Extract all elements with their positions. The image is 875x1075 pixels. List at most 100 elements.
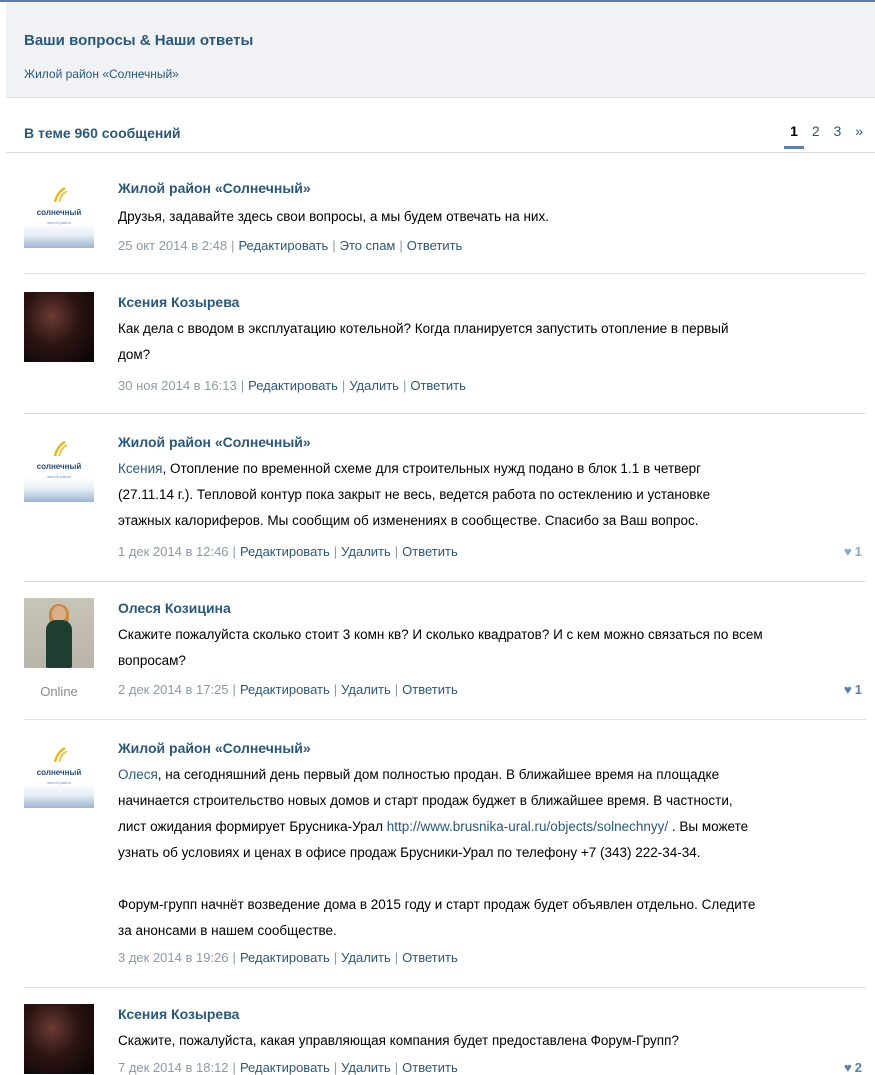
post-meta: 25 окт 2014 в 2:48 | Редактировать | Это спа… [118, 238, 463, 253]
post-divider [24, 719, 866, 720]
like-count: 1 [854, 544, 862, 559]
next-pages-link[interactable]: » [855, 123, 863, 139]
logo-text: солнечный [36, 462, 82, 471]
like-button[interactable]: ♥ 1 [844, 544, 862, 559]
mention-link[interactable]: Олеся [118, 767, 158, 782]
spam-link[interactable]: Это спам [340, 238, 396, 253]
like-button[interactable]: ♥ 1 [844, 682, 862, 697]
post-item: солнечный жилой район Жилой район «Солне… [6, 736, 866, 988]
post-item: Ксения Козырева Скажите, пожалуйста, как… [6, 1002, 866, 1075]
post-divider [24, 581, 866, 582]
logo-subtext: жилой район [47, 474, 71, 479]
edit-link[interactable]: Редактировать [240, 682, 330, 697]
post-item: Ксения Козырева Как дела с вводом в эксп… [6, 290, 866, 414]
post-date[interactable]: 7 дек 2014 в 18:12 [118, 1060, 229, 1075]
reply-link[interactable]: Ответить [402, 1060, 458, 1075]
post-text-line: (27.11.14 г.). Тепловой контур пока закр… [118, 487, 711, 502]
heart-icon: ♥ [844, 1060, 852, 1075]
external-link[interactable]: http://www.brusnika-ural.ru/objects/soln… [387, 819, 668, 834]
logo-subtext: жилой район [47, 220, 71, 225]
post-text: Скажите, пожалуйста, какая управляющая к… [118, 1028, 858, 1054]
page-1-link[interactable]: 1 [784, 123, 804, 149]
logo-text: солнечный [36, 768, 82, 777]
page-header: Ваши вопросы & Наши ответы Жилой район «… [6, 2, 875, 98]
reply-link[interactable]: Ответить [402, 682, 458, 697]
post-text: Ксения, Отопление по временной схеме для… [118, 456, 858, 534]
page-2-link[interactable]: 2 [812, 123, 820, 139]
post-author[interactable]: Жилой район «Солнечный» [118, 180, 311, 196]
post-date[interactable]: 25 окт 2014 в 2:48 [118, 238, 227, 253]
avatar[interactable]: солнечный жилой район [24, 178, 94, 248]
post-item: солнечный жилой район Жилой район «Солне… [6, 430, 866, 582]
delete-link[interactable]: Удалить [341, 682, 391, 697]
reply-link[interactable]: Ответить [407, 238, 463, 253]
post-text: Скажите пожалуйста сколько стоит 3 комн … [118, 622, 858, 674]
avatar[interactable]: солнечный жилой район [24, 738, 94, 808]
post-date[interactable]: 2 дек 2014 в 17:25 [118, 682, 229, 697]
post-text: Олеся, на сегодняшний день первый дом по… [118, 762, 858, 944]
post-text-line: начинается строительство новых домов и с… [118, 793, 733, 808]
post-text-line: Ксения, Отопление по временной схеме для… [118, 461, 702, 476]
post-author[interactable]: Ксения Козырева [118, 294, 239, 310]
post-meta: 2 дек 2014 в 17:25 | Редактировать | Удалить… [118, 682, 458, 697]
post-author[interactable]: Жилой район «Солнечный» [118, 740, 311, 756]
community-link[interactable]: Жилой район «Солнечный» [24, 67, 179, 81]
edit-link[interactable]: Редактировать [240, 950, 330, 965]
sun-logo-icon [24, 186, 94, 207]
post-text-line: Олеся, на сегодняшний день первый дом по… [118, 767, 720, 782]
post-item: Online Олеся Козицина Скажите пожалуйста… [6, 596, 866, 720]
avatar[interactable] [24, 1004, 94, 1074]
like-count: 1 [854, 682, 862, 697]
delete-link[interactable]: Удалить [349, 378, 399, 393]
post-text-line: лист ожидания формирует Брусника-Урал ht… [118, 819, 749, 834]
mention-link[interactable]: Ксения [118, 461, 162, 476]
edit-link[interactable]: Редактировать [240, 1060, 330, 1075]
reply-link[interactable]: Ответить [402, 544, 458, 559]
sun-logo-icon [24, 746, 94, 767]
logo-text: солнечный [36, 208, 82, 217]
post-text-line: узнать об условиях и ценах в офисе прода… [118, 845, 701, 860]
post-divider [24, 987, 866, 988]
avatar[interactable] [24, 598, 94, 668]
post-item: солнечный жилой район Жилой район «Солне… [6, 176, 866, 274]
post-meta: 30 ноя 2014 в 16:13 | Редактировать | Удалит… [118, 378, 466, 393]
delete-link[interactable]: Удалить [341, 950, 391, 965]
post-text-line: Форум-групп начнёт возведение дома в 201… [118, 897, 756, 912]
reply-link[interactable]: Ответить [410, 378, 466, 393]
post-author[interactable]: Олеся Козицина [118, 600, 231, 616]
reply-link[interactable]: Ответить [402, 950, 458, 965]
delete-link[interactable]: Удалить [341, 1060, 391, 1075]
post-text: Как дела с вводом в эксплуатацию котельн… [118, 316, 858, 368]
topic-summary-bar: В теме 960 сообщений 1 2 3 » [6, 99, 875, 153]
heart-icon: ♥ [844, 682, 852, 697]
post-text-line: за анонсами в нашем сообществе. [118, 923, 337, 938]
post-date[interactable]: 3 дек 2014 в 19:26 [118, 950, 229, 965]
post-text-line: этажных калориферов. Мы сообщим об измен… [118, 513, 699, 528]
edit-link[interactable]: Редактировать [240, 544, 330, 559]
post-date[interactable]: 30 ноя 2014 в 16:13 [118, 378, 237, 393]
page-title[interactable]: Ваши вопросы & Наши ответы [24, 32, 253, 49]
post-date[interactable]: 1 дек 2014 в 12:46 [118, 544, 229, 559]
post-author[interactable]: Ксения Козырева [118, 1006, 239, 1022]
page-3-link[interactable]: 3 [834, 123, 842, 139]
like-button[interactable]: ♥ 2 [844, 1060, 862, 1075]
sun-logo-icon [24, 440, 94, 461]
post-meta: 7 дек 2014 в 18:12 | Редактировать | Удалить… [118, 1060, 458, 1075]
like-count: 2 [854, 1060, 862, 1075]
post-meta: 3 дек 2014 в 19:26 | Редактировать | Удалить… [118, 950, 458, 965]
post-author[interactable]: Жилой район «Солнечный» [118, 434, 311, 450]
post-meta: 1 дек 2014 в 12:46 | Редактировать | Удалить… [118, 544, 458, 559]
post-text-line: Друзья, задавайте здесь свои вопросы, а … [118, 209, 549, 224]
avatar[interactable]: солнечный жилой район [24, 432, 94, 502]
delete-link[interactable]: Удалить [341, 544, 391, 559]
edit-link[interactable]: Редактировать [248, 378, 338, 393]
logo-subtext: жилой район [47, 780, 71, 785]
post-text-line: Скажите, пожалуйста, какая управляющая к… [118, 1033, 679, 1048]
post-text: Друзья, задавайте здесь свои вопросы, а … [118, 204, 858, 230]
post-divider [24, 413, 866, 414]
post-text-line: дом? [118, 347, 151, 362]
edit-link[interactable]: Редактировать [238, 238, 328, 253]
avatar[interactable] [24, 292, 94, 362]
post-text-line: Как дела с вводом в эксплуатацию котельн… [118, 321, 729, 336]
post-text-line: вопросам? [118, 653, 186, 668]
